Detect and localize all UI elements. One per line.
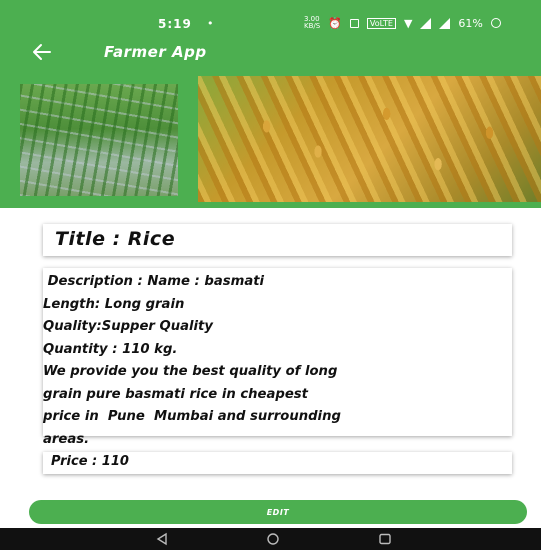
edit-button[interactable]: EDIT: [29, 500, 527, 524]
battery-icon: [490, 18, 501, 28]
status-time: 5:19: [158, 17, 192, 31]
description-card: Description : Name : basmati Length: Lon…: [43, 268, 512, 447]
home-circle-icon[interactable]: [266, 532, 280, 546]
navigation-bar: [0, 528, 541, 550]
recents-square-icon[interactable]: [378, 532, 392, 546]
volte-icon: VoLTE: [366, 17, 396, 29]
notification-dot: •: [207, 17, 214, 30]
toolbar: Farmer App: [0, 40, 541, 76]
product-title: Title : Rice: [55, 228, 176, 250]
data-speed: 3.00 KB/S: [304, 15, 321, 30]
app-title: Farmer App: [104, 43, 207, 61]
back-triangle-icon[interactable]: [155, 532, 169, 546]
signal-icon: [420, 17, 432, 29]
signal-icon-2: [439, 17, 451, 29]
arrow-left-icon[interactable]: [30, 40, 54, 64]
price-card: Price : 110: [43, 452, 512, 474]
screen-icon: [349, 18, 359, 28]
alarm-icon: ⏰: [328, 16, 342, 30]
wifi-icon: ▼: [403, 16, 413, 30]
battery-percent: 61%: [458, 16, 483, 30]
product-description: Description : Name : basmati Length: Lon…: [43, 274, 341, 447]
rice-field-image: [20, 84, 178, 196]
status-icons: 3.00 KB/S ⏰ VoLTE ▼ 61%: [304, 16, 501, 30]
title-card: Title : Rice: [43, 224, 512, 256]
status-bar: 5:19 • 3.00 KB/S ⏰ VoLTE ▼ 61%: [0, 0, 541, 40]
rice-grain-image: [198, 76, 541, 202]
app-header: 5:19 • 3.00 KB/S ⏰ VoLTE ▼ 61% Farmer Ap…: [0, 0, 541, 208]
product-price: Price : 110: [51, 454, 129, 469]
